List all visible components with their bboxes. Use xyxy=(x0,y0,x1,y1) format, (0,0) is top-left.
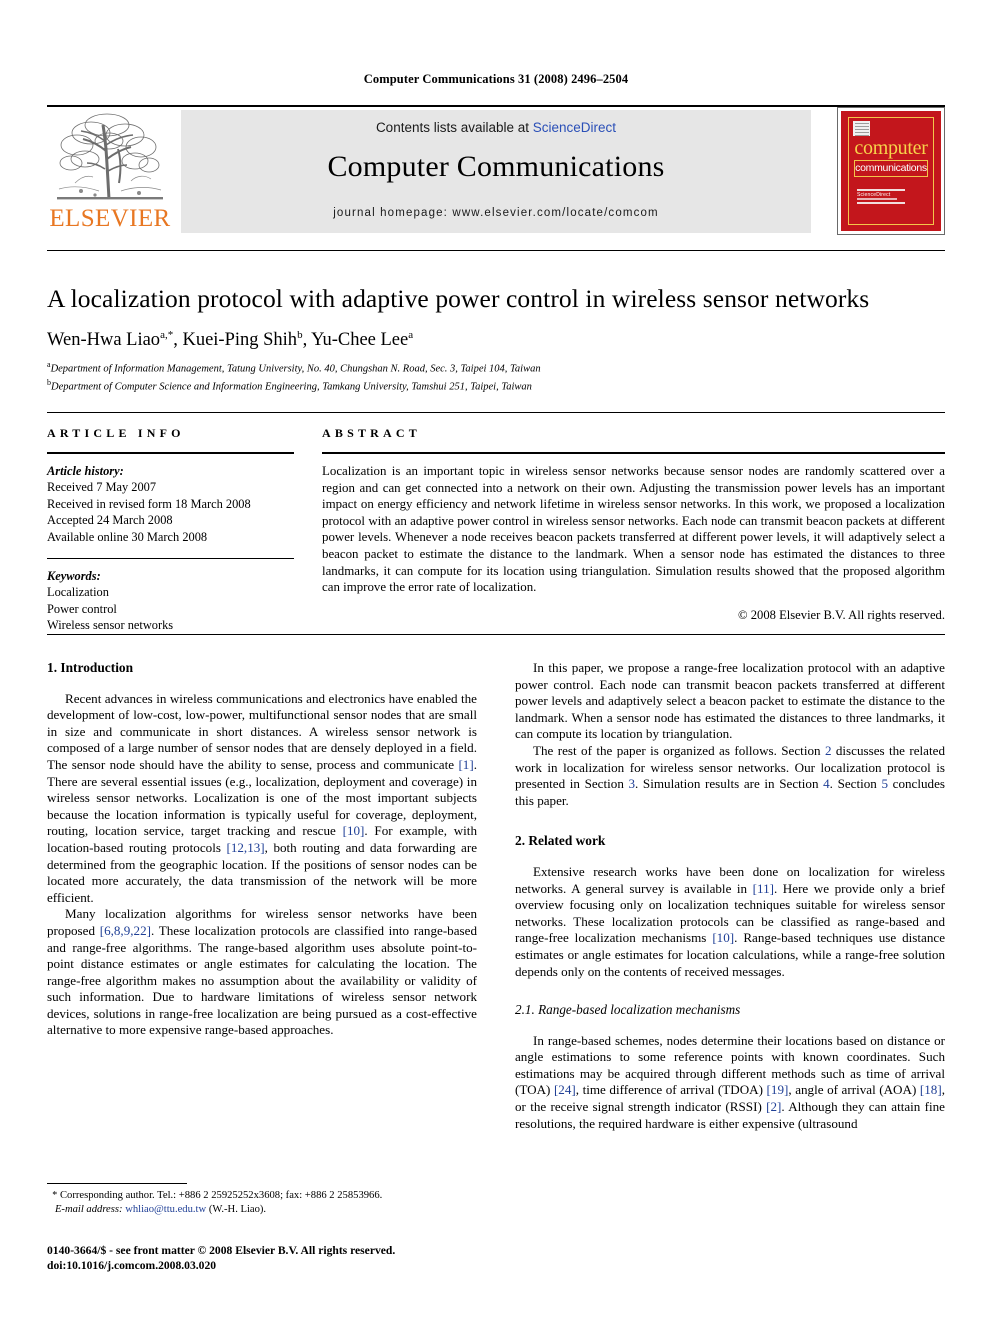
abstract-copyright: © 2008 Elsevier B.V. All rights reserved… xyxy=(738,607,945,622)
elsevier-wordmark: ELSEVIER xyxy=(49,205,171,232)
citation-19[interactable]: [19] xyxy=(767,1082,789,1097)
citation-10[interactable]: [10] xyxy=(343,823,365,838)
intro-paragraph-1: Recent advances in wireless communicatio… xyxy=(47,691,477,907)
footnote-rule xyxy=(47,1183,187,1184)
sub21-p1-c: , angle of arrival (AOA) xyxy=(788,1082,920,1098)
cover-title-line2: communications xyxy=(854,160,928,177)
citation-1[interactable]: [1] xyxy=(458,757,473,772)
affiliation-list: aDepartment of Information Management, T… xyxy=(47,358,945,394)
imprint-block: 0140-3664/$ - see front matter © 2008 El… xyxy=(47,1243,547,1273)
keywords-block: Keywords: Localization Power control Wir… xyxy=(47,568,294,634)
history-item-3: Available online 30 March 2008 xyxy=(47,529,208,544)
right-paragraph-2: The rest of the paper is organized as fo… xyxy=(515,743,945,809)
author-list: Wen-Hwa Liaoa,*, Kuei-Ping Shihb, Yu-Che… xyxy=(47,329,414,351)
elsevier-logo: ELSEVIER xyxy=(47,111,173,235)
cover-corner-mark-icon xyxy=(853,121,870,137)
related-paragraph-1: Extensive research works have been done … xyxy=(515,864,945,980)
journal-cover-thumbnail: computer communications ScienceDirect xyxy=(837,107,945,235)
keyword-1: Power control xyxy=(47,601,117,616)
paper-page: Computer Communications 31 (2008) 2496–2… xyxy=(0,0,992,1323)
cover-sciencedirect-mark: ScienceDirect xyxy=(857,189,911,205)
author-2-marks: a xyxy=(408,329,414,341)
keyword-0: Localization xyxy=(47,585,109,600)
right-p2-d: . Section xyxy=(829,776,882,792)
sub21-p1-b: , time difference of arrival (TDOA) xyxy=(575,1082,767,1098)
citation-11[interactable]: [11] xyxy=(753,881,774,896)
contents-prefix: Contents lists available at xyxy=(375,120,533,135)
cover-sd-word: ScienceDirect xyxy=(857,192,891,198)
cover-title-line1: computer xyxy=(854,137,928,159)
email-link[interactable]: whliao@ttu.edu.tw xyxy=(125,1204,206,1215)
title-top-rule xyxy=(47,250,945,251)
affiliation-b-text: Department of Computer Science and Infor… xyxy=(51,381,532,393)
abstract-block: ABSTRACT Localization is an important to… xyxy=(322,426,945,623)
running-head: Computer Communications 31 (2008) 2496–2… xyxy=(363,72,629,86)
author-1-marks: b xyxy=(297,329,303,341)
sub21-paragraph-1: In range-based schemes, nodes determine … xyxy=(515,1033,945,1133)
keyword-2: Wireless sensor networks xyxy=(47,618,174,633)
citation-10-b[interactable]: [10] xyxy=(712,930,734,945)
keywords-label: Keywords: xyxy=(47,569,101,584)
journal-title: Computer Communications xyxy=(327,150,665,183)
affiliation-b: bDepartment of Computer Science and Info… xyxy=(47,376,945,394)
body-column-right: In this paper, we propose a range-free l… xyxy=(515,660,945,1132)
heading-range-based-mechanisms: 2.1. Range-based localization mechanisms xyxy=(515,1002,741,1018)
citation-12-13[interactable]: [12,13] xyxy=(226,840,264,855)
email-note: E-mail address: whliao@ttu.edu.tw (W.-H.… xyxy=(47,1203,477,1217)
article-info-heading: ARTICLE INFO xyxy=(47,426,185,440)
corresponding-author-text: Corresponding author. Tel.: +886 2 25925… xyxy=(59,1190,383,1201)
email-label: E-mail address: xyxy=(54,1203,123,1215)
page-title: A localization protocol with adaptive po… xyxy=(47,284,870,313)
history-item-2: Accepted 24 March 2008 xyxy=(47,513,173,528)
article-history-label: Article history: xyxy=(47,464,124,478)
elsevier-tree-icon xyxy=(51,111,169,206)
abstract-text: Localization is an important topic in wi… xyxy=(322,464,945,595)
article-history: Article history: Received 7 May 2007 Rec… xyxy=(47,463,294,545)
corresponding-author-note: * Corresponding author. Tel.: +886 2 259… xyxy=(47,1189,477,1203)
journal-homepage-line[interactable]: journal homepage: www.elsevier.com/locat… xyxy=(181,207,811,219)
affiliation-a-text: Department of Information Management, Ta… xyxy=(50,363,541,375)
keywords-rule xyxy=(47,558,294,560)
citation-24[interactable]: [24] xyxy=(554,1082,576,1097)
author-0-marks: a,* xyxy=(160,329,174,341)
intro-paragraph-2: Many localization algorithms for wireles… xyxy=(47,906,477,1039)
info-top-rule xyxy=(47,412,945,413)
affiliation-a: aDepartment of Information Management, T… xyxy=(47,358,945,376)
heading-introduction: 1. Introduction xyxy=(47,660,134,675)
author-1: Kuei-Ping Shih xyxy=(182,330,298,351)
imprint-line-2[interactable]: doi:10.1016/j.comcom.2008.03.020 xyxy=(47,1258,547,1273)
body-column-left: 1. Introduction Recent advances in wirel… xyxy=(47,660,477,1039)
author-0: Wen-Hwa Liao xyxy=(47,330,161,351)
intro-p1-a: Recent advances in wireless communicatio… xyxy=(47,690,477,772)
footnote-block: * Corresponding author. Tel.: +886 2 259… xyxy=(47,1189,477,1216)
right-p2-c: . Simulation results are in Section xyxy=(635,776,824,792)
heading-related-work: 2. Related work xyxy=(515,833,606,849)
contents-available-line: Contents lists available at ScienceDirec… xyxy=(181,120,811,135)
history-item-0: Received 7 May 2007 xyxy=(47,480,157,495)
citation-18[interactable]: [18] xyxy=(920,1082,942,1097)
footnote-star-marker: * xyxy=(52,1190,58,1201)
right-paragraph-1: In this paper, we propose a range-free l… xyxy=(515,660,945,742)
history-item-1: Received in revised form 18 March 2008 xyxy=(47,496,251,511)
info-bottom-rule xyxy=(47,634,945,635)
abstract-heading: ABSTRACT xyxy=(322,426,421,440)
journal-masthead: ELSEVIER Contents lists available at Sci… xyxy=(47,105,945,237)
author-2: Yu-Chee Lee xyxy=(311,330,409,351)
imprint-line-1: 0140-3664/$ - see front matter © 2008 El… xyxy=(47,1244,396,1257)
right-p2-a: The rest of the paper is organized as fo… xyxy=(533,742,825,758)
email-suffix: (W.-H. Liao). xyxy=(208,1203,267,1215)
intro-p2-b: . These localization protocols are class… xyxy=(47,922,477,1038)
sciencedirect-link[interactable]: ScienceDirect xyxy=(533,120,616,135)
article-info-rule xyxy=(47,452,294,454)
article-info-block: ARTICLE INFO Article history: Received 7… xyxy=(47,426,294,634)
citation-2[interactable]: [2] xyxy=(766,1099,781,1114)
citation-6-8-9-22[interactable]: [6,8,9,22] xyxy=(100,923,151,938)
masthead-band: Contents lists available at ScienceDirec… xyxy=(181,110,811,233)
abstract-rule xyxy=(322,452,945,454)
